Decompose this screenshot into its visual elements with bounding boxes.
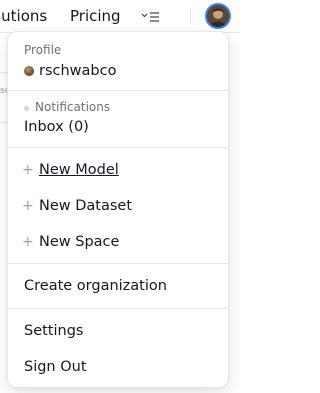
menu-separator (8, 263, 228, 264)
notifications-section-label: Notifications (35, 100, 111, 114)
top-navigation: lutions Pricing (0, 0, 240, 33)
nav-link-solutions[interactable]: lutions (0, 7, 47, 25)
plus-icon: + (22, 198, 34, 214)
more-menu-icon[interactable] (141, 9, 161, 23)
notification-dot-icon (24, 106, 29, 111)
page: lutions Pricing set Profile (0, 0, 240, 393)
menu-separator (8, 147, 228, 148)
create-organization-link[interactable]: Create organization (24, 278, 167, 294)
user-avatar-button[interactable] (205, 3, 231, 29)
nav-divider (190, 8, 191, 24)
new-model-label: New Model (39, 162, 119, 178)
profile-section-label: Profile (24, 43, 62, 57)
new-dataset-label: New Dataset (39, 198, 133, 214)
menu-separator (8, 308, 228, 309)
profile-username: rschwabco (39, 63, 117, 79)
settings-link[interactable]: Settings (24, 323, 83, 339)
user-dropdown-menu: Profile rschwabco Notifications Inbox (0… (7, 31, 229, 388)
plus-icon: + (22, 234, 34, 250)
inbox-link[interactable]: Inbox (0) (24, 119, 89, 135)
sign-out-link[interactable]: Sign Out (24, 359, 87, 375)
nav-link-pricing[interactable]: Pricing (70, 7, 121, 25)
profile-avatar-icon (24, 66, 34, 76)
new-space-label: New Space (39, 234, 120, 250)
menu-separator (8, 90, 228, 91)
plus-icon: + (22, 162, 34, 178)
avatar-image (207, 5, 229, 27)
